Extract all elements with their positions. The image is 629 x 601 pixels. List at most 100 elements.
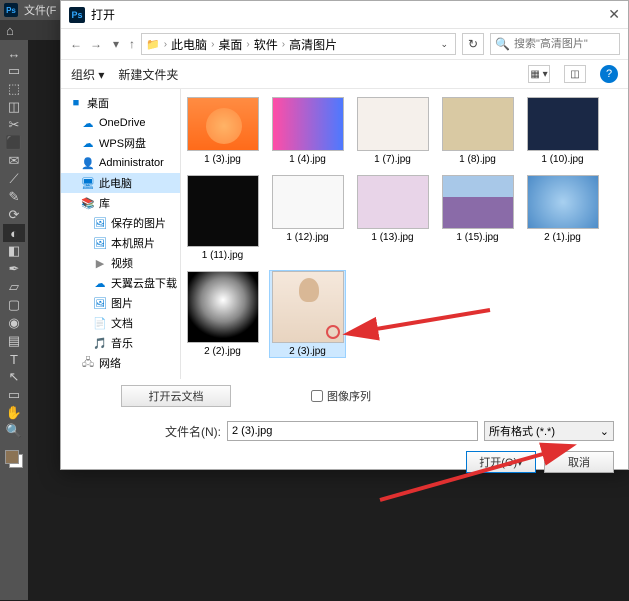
color-swatch[interactable]: [5, 450, 23, 468]
home-icon[interactable]: ⌂: [6, 23, 14, 38]
view-mode-button[interactable]: ▦ ▾: [528, 65, 550, 83]
tree-item[interactable]: 👤Administrator: [61, 153, 180, 173]
file-item[interactable]: 1 (13).jpg: [355, 175, 430, 261]
file-item[interactable]: 1 (7).jpg: [355, 97, 430, 165]
preview-pane-button[interactable]: ◫: [564, 65, 586, 83]
ps-tool[interactable]: ✉: [3, 152, 25, 170]
refresh-button[interactable]: ↻: [462, 33, 484, 55]
tree-item[interactable]: 🎵音乐: [61, 333, 180, 353]
chevron-down-icon: ⌄: [600, 425, 609, 438]
ps-tool[interactable]: ▤: [3, 332, 25, 350]
file-item[interactable]: 2 (3).jpg: [270, 271, 345, 357]
file-thumbnail: [527, 175, 599, 229]
ps-tool[interactable]: ✂: [3, 116, 25, 134]
file-item[interactable]: 1 (3).jpg: [185, 97, 260, 165]
tree-item-label: 图片: [111, 295, 133, 311]
breadcrumb[interactable]: 📁 › 此电脑 › 桌面 › 软件 › 高清图片 ⌄: [141, 33, 456, 55]
tree-item[interactable]: 🖥此电脑: [61, 173, 180, 193]
ps-tool[interactable]: ▢: [3, 296, 25, 314]
tree-item[interactable]: ▶视频: [61, 253, 180, 273]
ps-tool[interactable]: T: [3, 350, 25, 368]
search-icon: 🔍: [495, 37, 510, 51]
search-input[interactable]: [514, 38, 615, 50]
ps-tool[interactable]: ◐: [3, 224, 25, 242]
dialog-navbar: ← → ▾ ↑ 📁 › 此电脑 › 桌面 › 软件 › 高清图片 ⌄ ↻ 🔍: [61, 29, 628, 59]
nav-forward-icon[interactable]: →: [89, 37, 103, 51]
file-label: 2 (1).jpg: [544, 232, 581, 243]
tree-item[interactable]: ■桌面: [61, 93, 180, 113]
ps-tool[interactable]: ▱: [3, 278, 25, 296]
file-item[interactable]: 1 (4).jpg: [270, 97, 345, 165]
file-item[interactable]: 1 (11).jpg: [185, 175, 260, 261]
tree-item[interactable]: 📄文档: [61, 313, 180, 333]
tree-item[interactable]: 🖧网络: [61, 353, 180, 373]
tree-item[interactable]: ☁天翼云盘下载: [61, 273, 180, 293]
file-item[interactable]: 1 (12).jpg: [270, 175, 345, 261]
crumb[interactable]: 桌面: [218, 36, 242, 53]
file-thumbnail: [272, 271, 344, 343]
image-sequence-check[interactable]: [311, 390, 323, 402]
filename-input[interactable]: [227, 421, 478, 441]
image-sequence-checkbox[interactable]: 图像序列: [311, 388, 371, 404]
open-cloud-button[interactable]: 打开云文档: [121, 385, 231, 407]
tree-item-icon: 🖼: [93, 217, 107, 230]
tree-item[interactable]: 🖼 保存的图片: [61, 213, 180, 233]
ps-tool[interactable]: ↔: [3, 44, 25, 62]
ps-tool[interactable]: ⟋: [3, 170, 25, 188]
file-label: 1 (3).jpg: [204, 154, 241, 165]
file-thumbnail: [527, 97, 599, 151]
ps-tool[interactable]: 🔍: [3, 422, 25, 440]
tree-item[interactable]: ☁OneDrive: [61, 113, 180, 133]
tree-item-icon: 🎵: [93, 337, 107, 350]
new-folder-button[interactable]: 新建文件夹: [118, 66, 178, 83]
tree-item-label: 保存的图片: [111, 215, 166, 231]
help-button[interactable]: ?: [600, 65, 618, 83]
file-item[interactable]: 1 (10).jpg: [525, 97, 600, 165]
close-icon[interactable]: ✕: [600, 6, 620, 23]
path-dropdown-icon[interactable]: ⌄: [437, 39, 451, 50]
file-item[interactable]: 1 (8).jpg: [440, 97, 515, 165]
ps-tool[interactable]: ⟳: [3, 206, 25, 224]
ps-tool[interactable]: ✒: [3, 260, 25, 278]
ps-tool[interactable]: ▭: [3, 62, 25, 80]
menu-file[interactable]: 文件(F: [24, 2, 56, 18]
dialog-footer: 文件名(N): 所有格式 (*.*)⌄ 打开(O) ▾ 取消: [61, 413, 628, 483]
file-label: 1 (11).jpg: [202, 250, 244, 261]
ps-tool[interactable]: ▭: [3, 386, 25, 404]
file-item[interactable]: 2 (2).jpg: [185, 271, 260, 357]
ps-tool[interactable]: ↖: [3, 368, 25, 386]
dialog-title: 打开: [91, 6, 600, 23]
nav-up-icon[interactable]: ↑: [129, 37, 135, 51]
cancel-button[interactable]: 取消: [544, 451, 614, 473]
ps-tool[interactable]: ◫: [3, 98, 25, 116]
crumb[interactable]: 高清图片: [289, 36, 337, 53]
filetype-select[interactable]: 所有格式 (*.*)⌄: [484, 421, 614, 441]
nav-dropdown-icon[interactable]: ▾: [109, 37, 123, 51]
tree-item[interactable]: ☁WPS网盘: [61, 133, 180, 153]
open-button[interactable]: 打开(O) ▾: [466, 451, 536, 473]
crumb[interactable]: 此电脑: [171, 36, 207, 53]
tree-item-icon: 📄: [93, 317, 107, 330]
tree-item[interactable]: 🖼图片: [61, 293, 180, 313]
ps-tool[interactable]: ◧: [3, 242, 25, 260]
ps-toolbox: ↔▭⬚◫✂⬛✉⟋✎⟳◐◧✒▱▢◉▤T↖▭✋🔍: [0, 40, 28, 600]
ps-tool[interactable]: ◉: [3, 314, 25, 332]
file-item[interactable]: 2 (1).jpg: [525, 175, 600, 261]
ps-tool[interactable]: ⬛: [3, 134, 25, 152]
ps-logo-icon: Ps: [4, 3, 18, 17]
organize-menu[interactable]: 组织 ▾: [71, 66, 104, 83]
tree-item[interactable]: 🖼本机照片: [61, 233, 180, 253]
ps-tool[interactable]: ⬚: [3, 80, 25, 98]
file-thumbnail: [442, 97, 514, 151]
file-label: 1 (12).jpg: [286, 232, 328, 243]
ps-tool[interactable]: ✋: [3, 404, 25, 422]
file-item[interactable]: 1 (15).jpg: [440, 175, 515, 261]
nav-back-icon[interactable]: ←: [69, 37, 83, 51]
search-box[interactable]: 🔍: [490, 33, 620, 55]
crumb[interactable]: 软件: [254, 36, 278, 53]
ps-tool[interactable]: ✎: [3, 188, 25, 206]
tree-item-label: 桌面: [87, 95, 109, 111]
file-label: 2 (3).jpg: [289, 346, 326, 357]
tree-item-icon: ▶: [93, 257, 107, 270]
tree-item[interactable]: 📚库: [61, 193, 180, 213]
